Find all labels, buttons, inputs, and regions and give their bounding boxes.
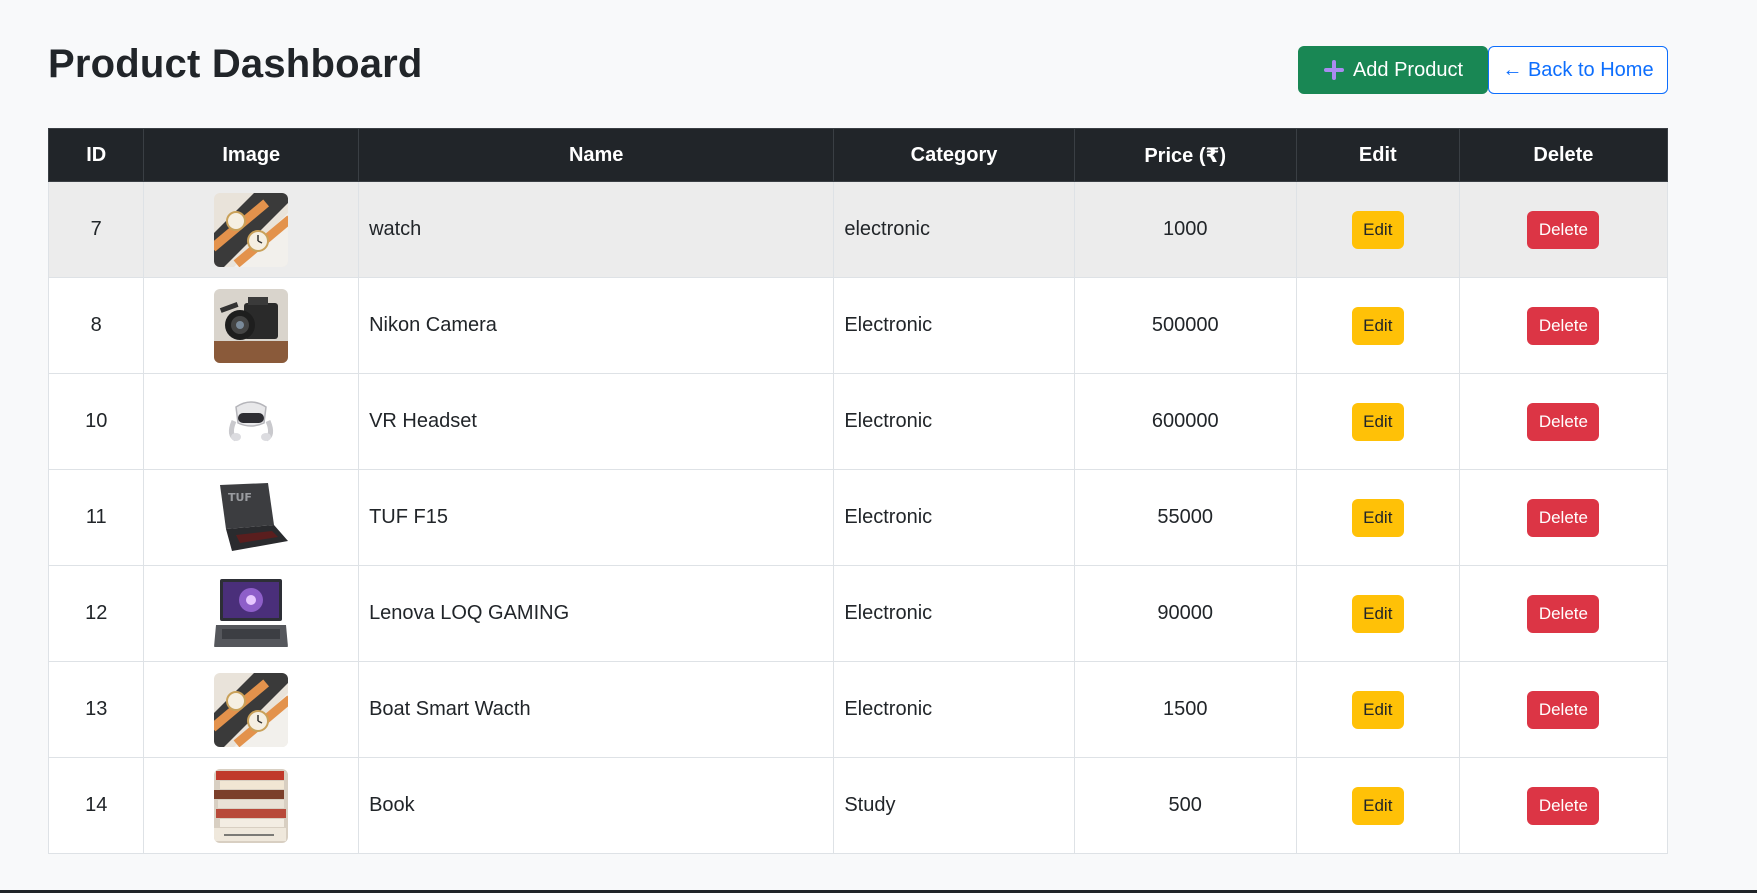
cell-id: 12 xyxy=(47,565,145,662)
svg-text:TUF: TUF xyxy=(228,491,252,504)
cell-name: watch xyxy=(358,181,835,278)
table-header-row: ID Image Name Category Price (₹) Edit De… xyxy=(47,128,1669,182)
table-row: 10 VR Headset Electronic 600000 Edit Del… xyxy=(47,373,1669,470)
delete-button[interactable]: Delete xyxy=(1527,786,1600,825)
column-header-name: Name xyxy=(358,128,835,182)
cell-price: 90000 xyxy=(1073,565,1297,662)
cell-delete: Delete xyxy=(1458,757,1669,854)
product-thumbnail xyxy=(214,192,289,267)
add-product-label: Add Product xyxy=(1352,58,1464,81)
page-header: Product Dashboard Add Product ← Back to … xyxy=(48,40,1668,96)
edit-button[interactable]: Edit xyxy=(1351,402,1404,441)
edit-button[interactable]: Edit xyxy=(1351,690,1404,729)
column-header-price: Price (₹) xyxy=(1073,128,1297,182)
back-to-home-button[interactable]: ← Back to Home xyxy=(1488,46,1668,94)
table-row: 11 TUF TUF F15 Electronic 55000 Edit Del… xyxy=(47,469,1669,566)
cell-category: Electronic xyxy=(833,661,1075,758)
edit-button[interactable]: Edit xyxy=(1351,306,1404,345)
column-header-image: Image xyxy=(143,128,360,182)
cell-image xyxy=(143,181,360,278)
table-row: 12 Lenova LOQ GAMING Electronic 90000 Ed… xyxy=(47,565,1669,662)
products-table: ID Image Name Category Price (₹) Edit De… xyxy=(47,128,1669,854)
cell-delete: Delete xyxy=(1458,277,1669,374)
cell-id: 8 xyxy=(47,277,145,374)
product-thumbnail: TUF xyxy=(214,480,289,555)
column-header-delete: Delete xyxy=(1458,128,1669,182)
cell-edit: Edit xyxy=(1295,757,1460,854)
cell-image xyxy=(143,373,360,470)
plus-icon xyxy=(1323,59,1345,81)
cell-edit: Edit xyxy=(1295,565,1460,662)
cell-edit: Edit xyxy=(1295,469,1460,566)
cell-image xyxy=(143,757,360,854)
cell-id: 13 xyxy=(47,661,145,758)
product-thumbnail xyxy=(214,288,289,363)
delete-button[interactable]: Delete xyxy=(1527,690,1600,729)
cell-name: Nikon Camera xyxy=(358,277,835,374)
product-thumbnail xyxy=(214,768,289,843)
cell-name: Book xyxy=(358,757,835,854)
cell-price: 1000 xyxy=(1073,181,1297,278)
cell-edit: Edit xyxy=(1295,181,1460,278)
cell-category: electronic xyxy=(833,181,1075,278)
cell-edit: Edit xyxy=(1295,661,1460,758)
cell-name: Boat Smart Wacth xyxy=(358,661,835,758)
cell-category: Study xyxy=(833,757,1075,854)
cell-id: 14 xyxy=(47,757,145,854)
product-thumbnail xyxy=(214,384,289,459)
edit-button[interactable]: Edit xyxy=(1351,594,1404,633)
cell-price: 500 xyxy=(1073,757,1297,854)
cell-category: Electronic xyxy=(833,469,1075,566)
cell-image xyxy=(143,661,360,758)
add-product-button[interactable]: Add Product xyxy=(1298,46,1488,94)
cell-name: Lenova LOQ GAMING xyxy=(358,565,835,662)
delete-button[interactable]: Delete xyxy=(1527,402,1600,441)
cell-edit: Edit xyxy=(1295,277,1460,374)
cell-price: 500000 xyxy=(1073,277,1297,374)
cell-price: 55000 xyxy=(1073,469,1297,566)
cell-image: TUF xyxy=(143,469,360,566)
delete-button[interactable]: Delete xyxy=(1527,594,1600,633)
cell-name: VR Headset xyxy=(358,373,835,470)
edit-button[interactable]: Edit xyxy=(1351,498,1404,537)
cell-category: Electronic xyxy=(833,277,1075,374)
delete-button[interactable]: Delete xyxy=(1527,498,1600,537)
product-thumbnail xyxy=(214,672,289,747)
cell-delete: Delete xyxy=(1458,373,1669,470)
cell-delete: Delete xyxy=(1458,661,1669,758)
table-row: 7 watch electronic 1000 Edit Delete xyxy=(47,181,1669,278)
cell-price: 1500 xyxy=(1073,661,1297,758)
delete-button[interactable]: Delete xyxy=(1527,210,1600,249)
cell-category: Electronic xyxy=(833,373,1075,470)
cell-id: 11 xyxy=(47,469,145,566)
cell-id: 7 xyxy=(47,181,145,278)
table-row: 14 Book Study 500 Edit Delete xyxy=(47,757,1669,854)
cell-image xyxy=(143,277,360,374)
product-thumbnail xyxy=(214,576,289,651)
table-row: 13 Boat Smart Wacth Electronic 1500 Edit… xyxy=(47,661,1669,758)
delete-button[interactable]: Delete xyxy=(1527,306,1600,345)
cell-image xyxy=(143,565,360,662)
edit-button[interactable]: Edit xyxy=(1351,786,1404,825)
table-row: 8 Nikon Camera Electronic 500000 Edit De… xyxy=(47,277,1669,374)
page-title: Product Dashboard xyxy=(48,42,423,86)
cell-delete: Delete xyxy=(1458,181,1669,278)
edit-button[interactable]: Edit xyxy=(1351,210,1404,249)
column-header-category: Category xyxy=(833,128,1075,182)
cell-name: TUF F15 xyxy=(358,469,835,566)
cell-edit: Edit xyxy=(1295,373,1460,470)
cell-delete: Delete xyxy=(1458,565,1669,662)
cell-price: 600000 xyxy=(1073,373,1297,470)
column-header-edit: Edit xyxy=(1295,128,1460,182)
cell-delete: Delete xyxy=(1458,469,1669,566)
column-header-id: ID xyxy=(47,128,145,182)
cell-category: Electronic xyxy=(833,565,1075,662)
cell-id: 10 xyxy=(47,373,145,470)
